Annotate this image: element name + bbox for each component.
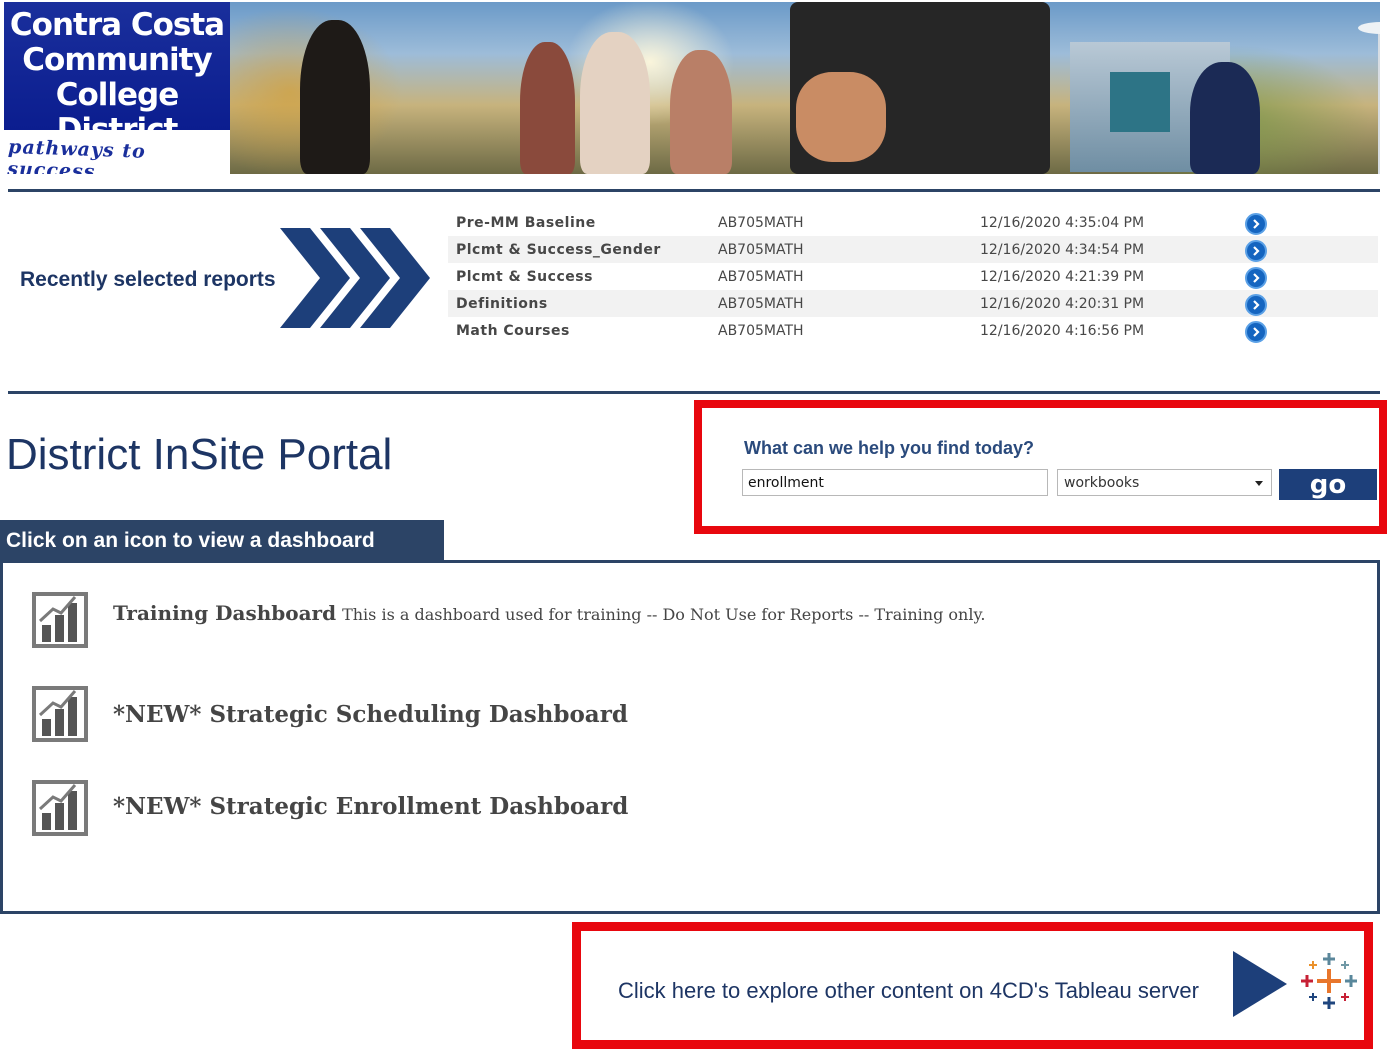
recent-reports-label: Recently selected reports	[20, 268, 276, 291]
report-user: AB705MATH	[718, 215, 804, 231]
go-button[interactable]: go	[1279, 469, 1377, 500]
bar-chart-icon[interactable]	[31, 591, 89, 649]
report-row[interactable]: Math Courses AB705MATH 12/16/2020 4:16:5…	[448, 317, 1378, 344]
search-prompt: What can we help you find today?	[744, 438, 1035, 458]
logo-line-2: Community	[22, 42, 212, 78]
report-user: AB705MATH	[718, 296, 804, 312]
circle-arrow-right-icon[interactable]	[1245, 213, 1267, 235]
chevrons-right-icon	[280, 228, 430, 328]
dashboard-item-enrollment[interactable]: *NEW* Strategic Enrollment Dashboard	[3, 779, 1003, 849]
circle-arrow-right-icon[interactable]	[1245, 294, 1267, 316]
circle-arrow-right-icon[interactable]	[1245, 240, 1267, 262]
report-name[interactable]: Plcmt & Success	[456, 269, 593, 285]
report-date: 12/16/2020 4:21:39 PM	[980, 269, 1145, 285]
circle-arrow-right-icon[interactable]	[1245, 267, 1267, 289]
report-date: 12/16/2020 4:16:56 PM	[980, 323, 1145, 339]
search-input[interactable]	[742, 469, 1048, 496]
dashboard-item-training[interactable]: Training Dashboard This is a dashboard us…	[3, 591, 1003, 661]
report-user: AB705MATH	[718, 269, 804, 285]
dashboard-title[interactable]: *NEW* Strategic Scheduling Dashboard	[113, 701, 628, 728]
search-panel: What can we help you find today? workboo…	[694, 400, 1387, 534]
report-date: 12/16/2020 4:34:54 PM	[980, 242, 1145, 258]
divider	[8, 189, 1380, 192]
tableau-logo-icon[interactable]	[1299, 951, 1359, 1011]
dashboard-title[interactable]: *NEW* Strategic Enrollment Dashboard	[113, 793, 628, 820]
dashboard-title[interactable]: Training Dashboard	[113, 601, 336, 625]
report-row[interactable]: Plcmt & Success_Gender AB705MATH 12/16/2…	[448, 236, 1378, 263]
report-name[interactable]: Plcmt & Success_Gender	[456, 242, 661, 258]
report-name[interactable]: Pre-MM Baseline	[456, 215, 596, 231]
bar-chart-icon[interactable]	[31, 685, 89, 743]
chevron-down-icon	[1255, 481, 1263, 486]
recent-reports-list: Pre-MM Baseline AB705MATH 12/16/2020 4:3…	[448, 209, 1378, 344]
divider	[8, 391, 1380, 394]
banner-photo	[230, 2, 1380, 174]
dashboards-header: Click on an icon to view a dashboard	[0, 520, 444, 562]
explore-link-text[interactable]: Click here to explore other content on 4…	[618, 978, 1199, 1004]
page-title: District InSite Portal	[6, 430, 393, 479]
report-name[interactable]: Math Courses	[456, 323, 570, 339]
report-date: 12/16/2020 4:20:31 PM	[980, 296, 1145, 312]
circle-arrow-right-icon[interactable]	[1245, 321, 1267, 343]
content-type-select[interactable]: workbooks	[1057, 469, 1272, 496]
header-banner: Contra Costa Community College District …	[4, 2, 1380, 174]
bar-chart-icon[interactable]	[31, 779, 89, 837]
dashboards-panel: Training Dashboard This is a dashboard us…	[0, 560, 1380, 914]
report-name[interactable]: Definitions	[456, 296, 548, 312]
content-type-value: workbooks	[1064, 475, 1140, 491]
report-row[interactable]: Plcmt & Success AB705MATH 12/16/2020 4:2…	[448, 263, 1378, 290]
district-logo[interactable]: Contra Costa Community College District …	[4, 2, 230, 174]
report-date: 12/16/2020 4:35:04 PM	[980, 215, 1145, 231]
explore-tableau-link[interactable]: Click here to explore other content on 4…	[572, 922, 1373, 1049]
report-user: AB705MATH	[718, 242, 804, 258]
logo-line-1: Contra Costa	[9, 7, 225, 43]
report-row[interactable]: Definitions AB705MATH 12/16/2020 4:20:31…	[448, 290, 1378, 317]
play-icon[interactable]	[1233, 951, 1287, 1017]
report-row[interactable]: Pre-MM Baseline AB705MATH 12/16/2020 4:3…	[448, 209, 1378, 236]
logo-tagline: pathways to success	[6, 136, 147, 174]
dashboard-item-scheduling[interactable]: *NEW* Strategic Scheduling Dashboard	[3, 685, 1003, 755]
report-user: AB705MATH	[718, 323, 804, 339]
dashboard-description: This is a dashboard used for training --…	[342, 605, 986, 624]
